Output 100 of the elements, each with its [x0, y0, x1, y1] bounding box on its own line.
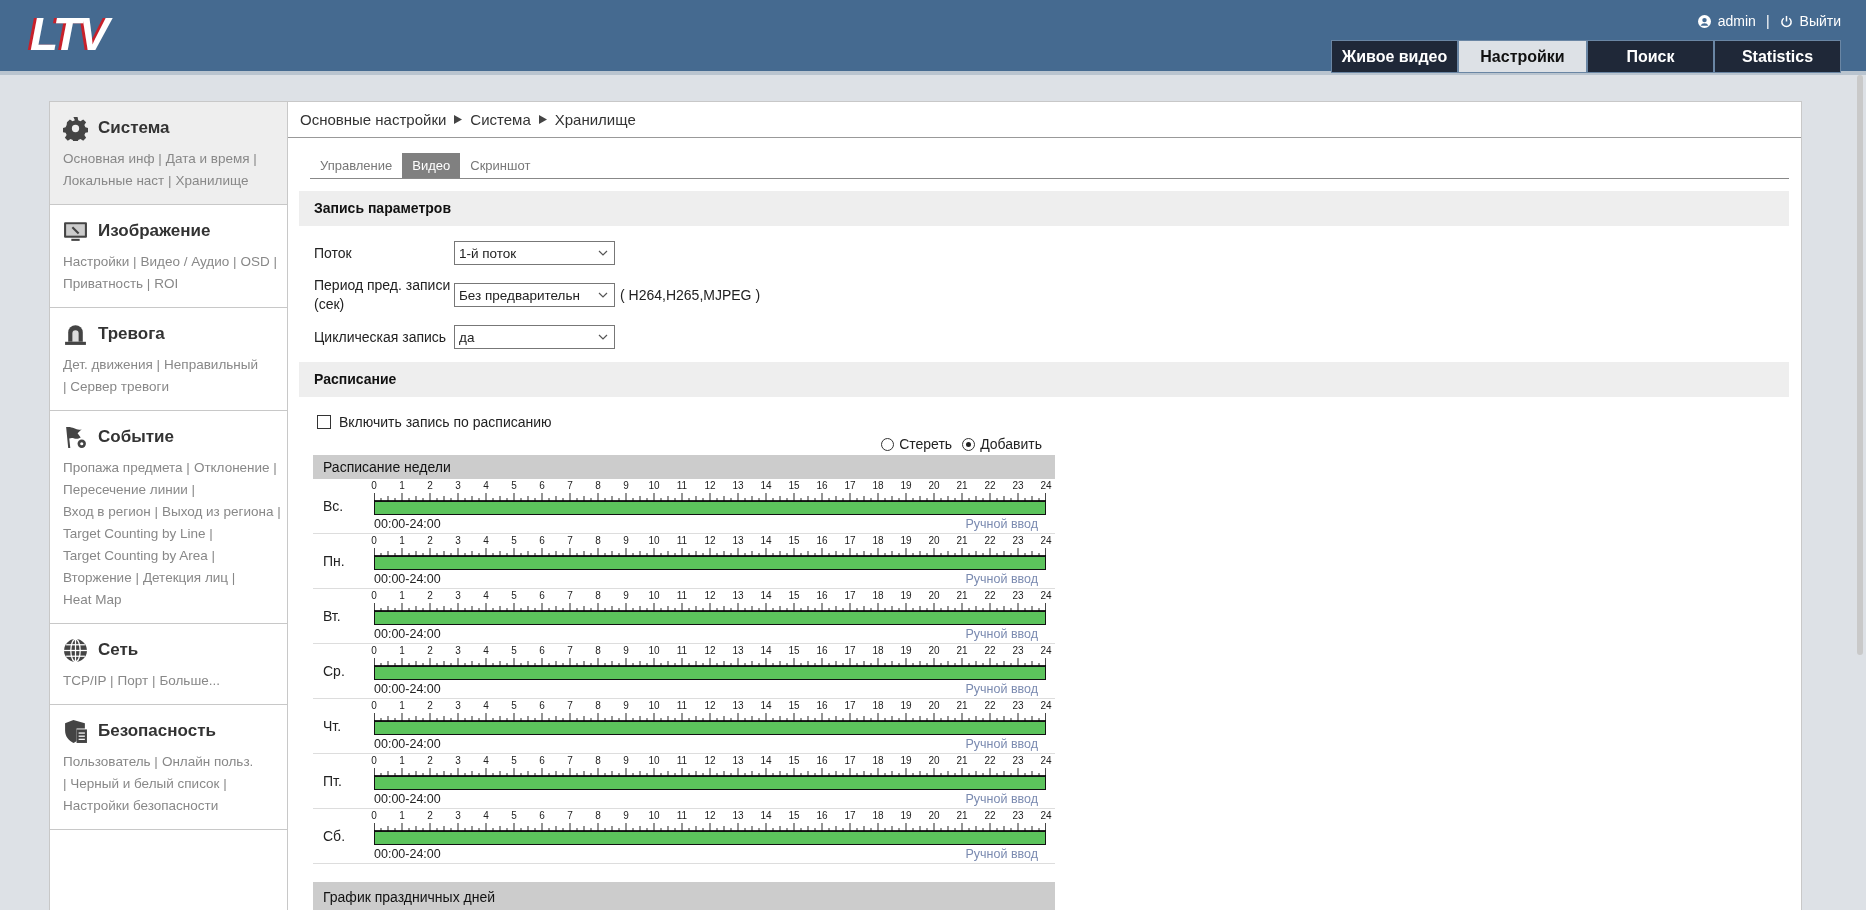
hour-label: 11 — [676, 535, 688, 547]
radio-label[interactable]: Стереть — [899, 436, 953, 452]
manual-input-link[interactable]: Ручной ввод — [965, 847, 1038, 861]
nav-tab[interactable]: Statistics — [1714, 40, 1841, 73]
sidebar-link[interactable]: Пользователь | — [63, 751, 158, 773]
section-title[interactable]: Сеть — [98, 640, 139, 660]
hour-label: 3 — [455, 590, 461, 602]
section-title[interactable]: Система — [98, 118, 170, 138]
breadcrumb-item[interactable]: Система — [470, 111, 531, 128]
recording-period[interactable] — [375, 667, 1045, 679]
sidebar-link[interactable]: Локальные наст | — [63, 170, 172, 192]
hour-label: 2 — [427, 535, 433, 547]
sidebar-link[interactable]: Пересечение линии | — [63, 479, 196, 501]
hour-label: 5 — [511, 700, 517, 712]
username[interactable]: admin — [1717, 13, 1756, 29]
section-title[interactable]: Изображение — [98, 221, 211, 241]
hour-label: 9 — [623, 590, 629, 602]
hour-label: 5 — [511, 755, 517, 767]
manual-input-link[interactable]: Ручной ввод — [965, 792, 1038, 806]
recording-period[interactable] — [375, 832, 1045, 844]
sidebar-link[interactable]: Target Counting by Area | — [63, 545, 216, 567]
select-field[interactable]: Без предварительн — [454, 283, 615, 307]
sidebar-link[interactable]: Выход из региона | — [161, 501, 281, 523]
hour-label: 16 — [816, 700, 828, 712]
sidebar-link[interactable]: Онлайн польз. — [161, 751, 254, 773]
sub-tab[interactable]: Видео — [402, 153, 461, 178]
sidebar-link[interactable]: TCP/IP | — [63, 670, 114, 692]
nav-tab[interactable]: Поиск — [1587, 40, 1714, 73]
hour-label: 18 — [872, 755, 884, 767]
manual-input-link[interactable]: Ручной ввод — [965, 572, 1038, 586]
recording-period[interactable] — [375, 777, 1045, 789]
sidebar-link[interactable]: Порт | — [117, 670, 156, 692]
hour-label: 15 — [788, 480, 800, 492]
hour-label: 10 — [648, 590, 660, 602]
sidebar-link[interactable]: Target Counting by Line | — [63, 523, 213, 545]
hour-label: 1 — [399, 645, 405, 657]
sub-tab[interactable]: Управление — [310, 153, 403, 178]
select-field[interactable]: 1-й поток — [454, 241, 615, 265]
sidebar-link[interactable]: Неправильный — [164, 354, 258, 376]
chevron-icon — [598, 250, 608, 256]
hour-label: 13 — [732, 535, 744, 547]
logout-link[interactable]: Выйти — [1799, 13, 1841, 29]
hour-label: 8 — [595, 480, 601, 492]
globe-icon — [63, 637, 88, 663]
sub-tab[interactable]: Скриншот — [460, 153, 541, 178]
sidebar-link[interactable]: | Черный и белый список | — [63, 773, 227, 795]
checkbox-label[interactable]: Включить запись по расписанию — [339, 414, 552, 430]
hour-label: 2 — [427, 755, 433, 767]
breadcrumb-item[interactable]: Основные настройки — [300, 111, 447, 128]
hour-label: 22 — [984, 645, 996, 657]
gear-icon — [63, 115, 88, 141]
recording-period[interactable] — [375, 612, 1045, 624]
manual-input-link[interactable]: Ручной ввод — [965, 627, 1038, 641]
checkbox[interactable] — [317, 415, 331, 429]
sidebar-link[interactable]: | Сервер тревоги — [63, 376, 169, 398]
sidebar-link[interactable]: Вторжение | — [63, 567, 139, 589]
hour-label: 8 — [595, 590, 601, 602]
nav-tab[interactable]: Живое видео — [1331, 40, 1458, 73]
hour-label: 4 — [483, 645, 489, 657]
sidebar-link[interactable]: Отклонение | — [193, 457, 277, 479]
manual-input-link[interactable]: Ручной ввод — [965, 737, 1038, 751]
hour-label: 11 — [676, 590, 688, 602]
sidebar-link[interactable]: Настройки безопасности — [63, 795, 219, 817]
nav-tab[interactable]: Настройки — [1458, 40, 1587, 73]
sidebar-link[interactable]: Вход в регион | — [63, 501, 158, 523]
sidebar-link[interactable]: Приватность | — [63, 273, 151, 295]
radio-label[interactable]: Добавить — [980, 436, 1042, 452]
manual-input-link[interactable]: Ручной ввод — [965, 517, 1038, 531]
hour-label: 11 — [676, 700, 688, 712]
sidebar-link[interactable]: Детекция лиц | — [142, 567, 236, 589]
section-title[interactable]: Безопасность — [98, 721, 216, 741]
user-icon — [1697, 14, 1711, 28]
recording-period[interactable] — [375, 557, 1045, 569]
hour-label: 19 — [900, 755, 912, 767]
sidebar-link[interactable]: Видео / Аудио | — [140, 251, 237, 273]
sidebar-link[interactable]: Больше... — [159, 670, 220, 692]
hour-label: 11 — [676, 755, 688, 767]
sidebar-link[interactable]: Пропажа предмета | — [63, 457, 190, 479]
sidebar-link[interactable]: Хранилище — [175, 170, 249, 192]
hour-label: 7 — [567, 535, 573, 547]
scrollbar[interactable] — [1857, 75, 1863, 655]
sidebar-link[interactable]: Дата и время | — [165, 148, 257, 170]
sidebar-link[interactable]: ROI — [154, 273, 179, 295]
recording-period[interactable] — [375, 502, 1045, 514]
manual-input-link[interactable]: Ручной ввод — [965, 682, 1038, 696]
hour-label: 13 — [732, 700, 744, 712]
hour-label: 10 — [648, 645, 660, 657]
section-title[interactable]: Тревога — [98, 324, 165, 344]
sidebar-link[interactable]: Настройки | — [63, 251, 137, 273]
recording-period[interactable] — [375, 722, 1045, 734]
section-title[interactable]: Событие — [98, 427, 174, 447]
sidebar-link[interactable]: Дет. движения | — [63, 354, 161, 376]
sidebar-link[interactable]: Основная инф | — [63, 148, 162, 170]
hour-label: 4 — [483, 810, 489, 822]
breadcrumb-item[interactable]: Хранилище — [554, 111, 636, 128]
sidebar-link[interactable]: Heat Map — [63, 589, 122, 611]
time-range: 00:00-24:00 — [374, 847, 441, 861]
sidebar-link[interactable]: OSD | — [240, 251, 277, 273]
hour-label: 10 — [648, 810, 660, 822]
select-field[interactable]: да — [454, 325, 615, 349]
